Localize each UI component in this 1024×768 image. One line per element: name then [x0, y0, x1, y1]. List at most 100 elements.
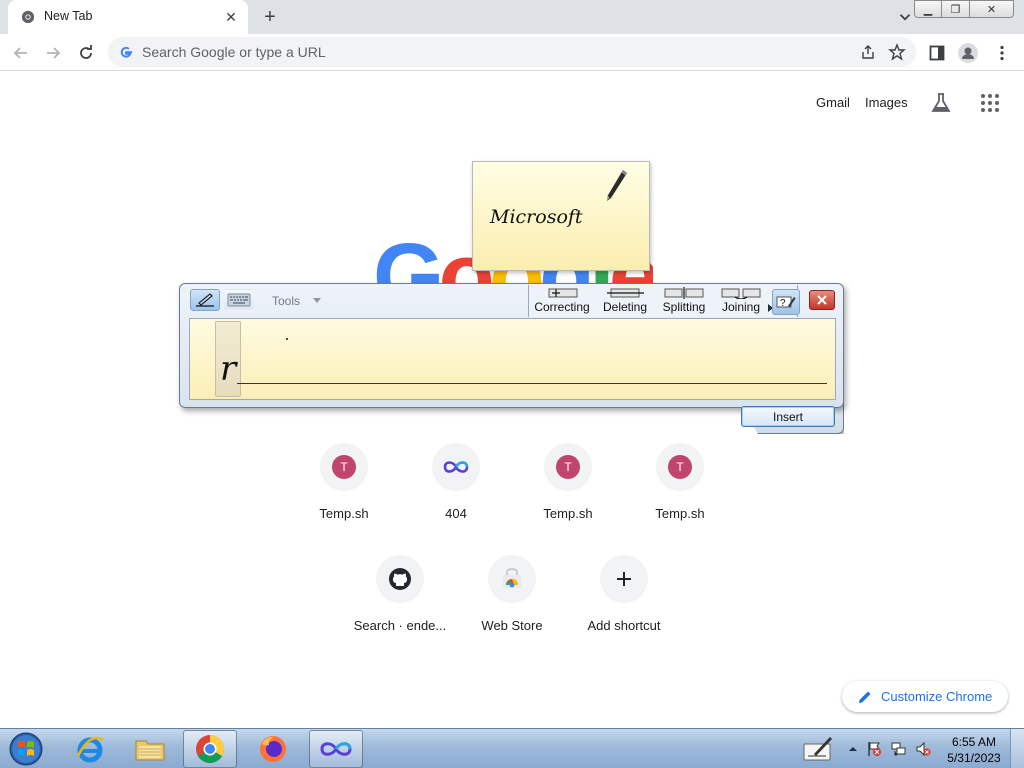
deleting-gesture-icon [607, 288, 644, 298]
back-button[interactable] [8, 40, 34, 66]
gesture-joining[interactable]: Joining [714, 287, 768, 314]
splitting-gesture-icon [664, 287, 704, 299]
writing-pad-icon [196, 293, 214, 307]
forward-button[interactable] [40, 40, 66, 66]
customize-chrome-label: Customize Chrome [881, 689, 993, 704]
shortcut-icon-circle: T [320, 443, 368, 491]
folder-icon [135, 740, 165, 761]
tools-menu[interactable]: Tools [272, 294, 300, 308]
close-input-panel-button[interactable] [809, 290, 835, 310]
gesture-splitting[interactable]: Splitting [656, 287, 712, 314]
omnibox-placeholder: Search Google or type a URL [142, 44, 326, 60]
shortcut-label: Temp.sh [543, 506, 593, 521]
bookmark-star-icon[interactable] [888, 43, 906, 61]
tablet-input-tray-icon[interactable] [802, 734, 834, 764]
side-panel-button[interactable] [927, 43, 947, 63]
correcting-gesture-icon [548, 288, 578, 298]
add-shortcut-button[interactable]: Add shortcut [568, 555, 680, 655]
tab-search-icon[interactable] [896, 8, 914, 26]
svg-text:?: ? [780, 298, 786, 309]
joining-gesture-icon [721, 288, 761, 299]
shortcut-icon-circle [432, 443, 480, 491]
taskbar-infinity-app[interactable] [309, 730, 363, 768]
shortcut-label: Temp.sh [319, 506, 369, 521]
show-hidden-icons-icon[interactable] [845, 741, 861, 757]
taskbar-chrome[interactable] [183, 730, 237, 768]
internet-explorer-icon [76, 736, 104, 763]
help-icon: ? [776, 296, 796, 309]
reload-button[interactable] [73, 40, 99, 66]
taskbar-firefox[interactable] [246, 730, 300, 768]
gmail-link[interactable]: Gmail [816, 95, 850, 110]
shortcut-temp-sh-3[interactable]: T Temp.sh [624, 443, 736, 543]
taskbar-file-explorer[interactable] [123, 730, 177, 768]
shortcut-temp-sh-1[interactable]: T Temp.sh [288, 443, 400, 543]
shortcut-404[interactable]: 404 [400, 443, 512, 543]
keyboard-button[interactable] [224, 289, 254, 311]
gesture-deleting[interactable]: Deleting [595, 287, 655, 314]
action-center-flag-icon[interactable] [866, 741, 882, 757]
profile-avatar-icon [958, 43, 978, 63]
keyboard-icon [227, 293, 251, 307]
close-window-button[interactable]: ✕ [970, 0, 1014, 18]
kebab-menu-icon [1000, 45, 1004, 61]
tools-dropdown-arrow-icon [313, 298, 321, 303]
google-g-icon [120, 46, 133, 58]
insert-button[interactable]: Insert [741, 406, 835, 427]
start-button[interactable] [6, 730, 46, 768]
input-panel-frame: Tools Correcting Deleting Splitting Join… [179, 283, 844, 408]
pen-icon [607, 170, 627, 201]
writing-pad-area[interactable]: r [189, 318, 836, 400]
tab-title: New Tab [44, 9, 93, 23]
new-tab-button[interactable]: + [258, 6, 282, 28]
writing-baseline [237, 383, 827, 384]
correction-gestures: Correcting Deleting Splitting Joining [528, 285, 798, 317]
profile-button[interactable] [958, 43, 978, 63]
pencil-icon [859, 691, 871, 703]
labs-flask-icon[interactable] [930, 92, 952, 114]
browser-toolbar: Search Google or type a URL [0, 34, 1024, 71]
show-desktop-button[interactable] [1010, 729, 1024, 768]
shortcut-label: 404 [445, 506, 467, 521]
shortcut-github-search[interactable]: Search · ende... [344, 555, 456, 655]
shortcut-label: Temp.sh [655, 506, 705, 521]
shortcut-label: Web Store [481, 618, 543, 633]
minimize-button[interactable]: ▁ [914, 0, 942, 18]
firefox-icon [260, 736, 286, 762]
back-arrow-icon [13, 47, 27, 59]
shortcut-temp-sh-2[interactable]: T Temp.sh [512, 443, 624, 543]
tab-strip: New Tab ✕ + ▁ ❐ ✕ [0, 0, 1024, 34]
system-clock[interactable]: 6:55 AM 5/31/2023 [946, 734, 1002, 766]
windows-orb-icon [9, 732, 43, 766]
gesture-label: Joining [721, 300, 761, 314]
written-character: r [220, 349, 237, 389]
gesture-label: Splitting [662, 300, 706, 314]
shortcut-icon-circle: T [544, 443, 592, 491]
infinity-icon [320, 742, 352, 756]
close-icon [817, 295, 827, 305]
omnibox[interactable]: Search Google or type a URL [108, 37, 916, 67]
window-controls: ▁ ❐ ✕ [914, 0, 1014, 18]
share-icon[interactable] [860, 44, 876, 60]
help-button[interactable]: ? [772, 289, 800, 315]
shortcut-icon-circle: T [656, 443, 704, 491]
volume-muted-icon[interactable] [915, 741, 931, 757]
restore-button[interactable]: ❐ [942, 0, 970, 18]
writing-pad-button[interactable] [190, 289, 220, 311]
google-apps-icon[interactable] [980, 93, 1000, 113]
github-icon [389, 568, 411, 590]
taskbar-internet-explorer[interactable] [63, 730, 117, 768]
infinity-icon [443, 461, 469, 473]
letter-t-icon: T [556, 455, 580, 479]
tab-new-tab[interactable]: New Tab ✕ [8, 0, 248, 34]
logo-letter: G [373, 230, 445, 290]
shortcut-web-store[interactable]: Web Store [456, 555, 568, 655]
gesture-label: Deleting [602, 300, 648, 314]
customize-chrome-button[interactable]: Customize Chrome [842, 681, 1008, 712]
tab-close-icon[interactable]: ✕ [222, 8, 240, 26]
gesture-correcting[interactable]: Correcting [531, 287, 593, 314]
ink-preview-text: Microsoft [490, 206, 583, 228]
menu-button[interactable] [992, 43, 1012, 63]
images-link[interactable]: Images [865, 95, 908, 110]
network-icon[interactable] [891, 741, 907, 757]
